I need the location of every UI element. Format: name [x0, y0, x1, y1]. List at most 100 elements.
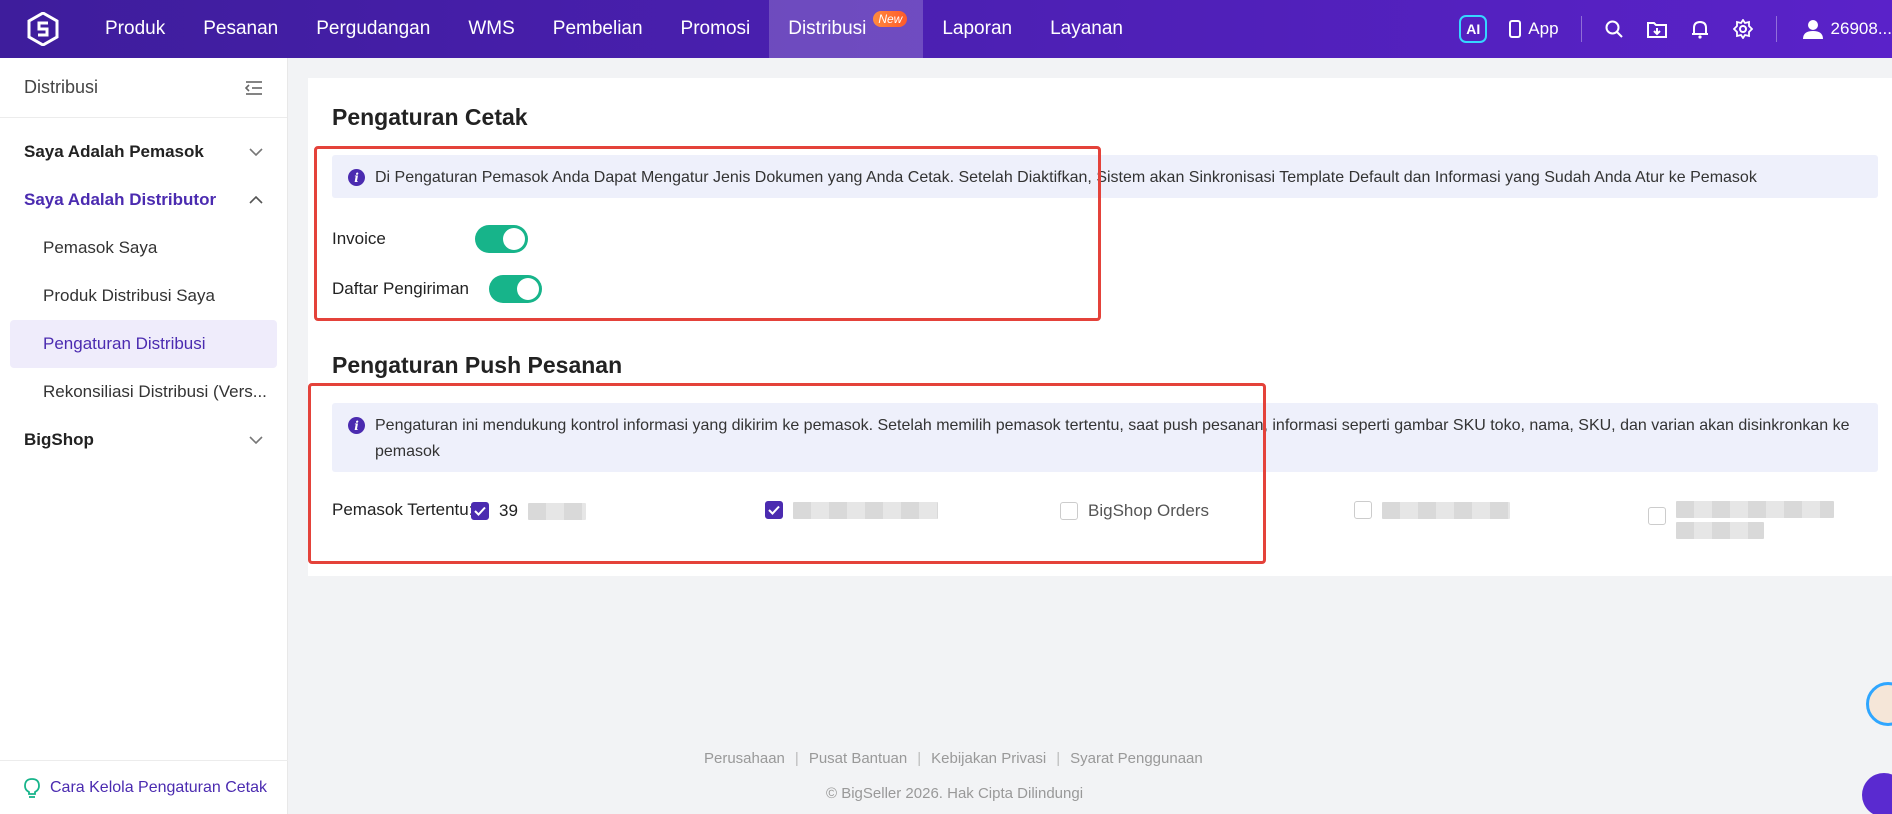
app-label: App: [1528, 19, 1559, 38]
redacted-line: [1676, 522, 1764, 539]
nav-label: Distribusi: [788, 18, 867, 39]
nav-label: Layanan: [1050, 18, 1123, 39]
nav-laporan[interactable]: Laporan: [923, 0, 1031, 58]
help-link[interactable]: Cara Kelola Pengaturan Cetak: [0, 760, 288, 814]
push-settings-info: i Pengaturan ini mendukung kontrol infor…: [332, 403, 1878, 472]
toolbar-divider: [1580, 16, 1582, 42]
info-text: Pengaturan ini mendukung kontrol informa…: [375, 417, 1850, 460]
print-settings-info: i Di Pengaturan Pemasok Anda Dapat Menga…: [332, 155, 1878, 198]
gear-icon[interactable]: [1732, 19, 1753, 39]
sidebar: Distribusi Saya Adalah Pemasok Saya Adal…: [0, 58, 288, 814]
copyright: © BigSeller 2026. Hak Cipta Dilindungi: [826, 785, 1084, 802]
supplier-option-3[interactable]: BigShop Orders: [1060, 501, 1209, 521]
invoice-toggle[interactable]: [475, 225, 528, 253]
user-menu[interactable]: 26908...: [1802, 19, 1892, 39]
footer-separator: |: [1056, 750, 1061, 767]
sidebar-header: Distribusi: [0, 58, 287, 118]
info-icon: i: [348, 417, 365, 434]
redacted-text: [1382, 501, 1510, 519]
logo-icon: [27, 12, 59, 46]
sidebar-item-reconcile[interactable]: Rekonsiliasi Distribusi (Vers...: [0, 368, 287, 416]
nav-pergudangan[interactable]: Pergudangan: [297, 0, 449, 58]
user-icon: [1802, 20, 1823, 39]
bigseller-logo[interactable]: [0, 0, 86, 58]
support-avatar[interactable]: [1866, 682, 1892, 726]
lightbulb-icon: [24, 777, 40, 798]
ai-button[interactable]: AI: [1459, 15, 1488, 43]
supplier-name: BigShop Orders: [1088, 501, 1209, 520]
sidebar-group-label: Saya Adalah Pemasok: [24, 142, 204, 161]
nav-label: Pembelian: [552, 18, 643, 39]
print-settings-title: Pengaturan Cetak: [332, 104, 528, 130]
nav-pesanan[interactable]: Pesanan: [184, 0, 297, 58]
bell-icon[interactable]: [1690, 19, 1710, 39]
invoice-label: Invoice: [332, 229, 386, 248]
checkbox-unchecked[interactable]: [1354, 501, 1372, 519]
supplier-option-1[interactable]: 39: [471, 501, 586, 521]
chevron-down-icon: [249, 436, 263, 444]
collapse-menu-icon[interactable]: [245, 80, 263, 96]
checkbox-checked[interactable]: [471, 502, 489, 520]
new-badge: New: [873, 11, 908, 27]
footer-link-company[interactable]: Perusahaan: [704, 750, 785, 767]
chevron-down-icon: [249, 148, 263, 156]
sidebar-item-my-suppliers[interactable]: Pemasok Saya: [0, 224, 287, 272]
main-nav: Produk Pesanan Pergudangan WMS Pembelian…: [86, 0, 1142, 58]
supplier-name: 39: [499, 501, 518, 520]
top-navbar: Produk Pesanan Pergudangan WMS Pembelian…: [0, 0, 1892, 58]
invoice-row: Invoice: [332, 225, 528, 253]
shipping-list-row: Daftar Pengiriman: [332, 275, 542, 303]
footer-link-help[interactable]: Pusat Bantuan: [809, 750, 907, 767]
nav-label: Pesanan: [203, 18, 279, 39]
checkbox-unchecked[interactable]: [1060, 502, 1078, 520]
supplier-option-2[interactable]: [765, 501, 938, 519]
info-text: Di Pengaturan Pemasok Anda Dapat Mengatu…: [375, 169, 1757, 186]
check-icon: [474, 506, 486, 516]
footer-separator: |: [917, 750, 922, 767]
footer-link-terms[interactable]: Syarat Penggunaan: [1070, 750, 1203, 767]
push-settings-title: Pengaturan Push Pesanan: [332, 352, 623, 378]
nav-pembelian[interactable]: Pembelian: [534, 0, 662, 58]
nav-wms[interactable]: WMS: [449, 0, 533, 58]
shipping-list-toggle[interactable]: [489, 275, 542, 303]
supplier-option-4[interactable]: [1354, 501, 1510, 519]
redacted-line: [1676, 501, 1834, 518]
nav-promosi[interactable]: Promosi: [662, 0, 770, 58]
app-button[interactable]: App: [1509, 19, 1559, 39]
chevron-up-icon: [249, 196, 263, 204]
info-icon: i: [348, 169, 365, 186]
sidebar-item-my-products[interactable]: Produk Distribusi Saya: [0, 272, 287, 320]
sidebar-group-distributor[interactable]: Saya Adalah Distributor: [0, 176, 287, 224]
specific-supplier-label: Pemasok Tertentu:: [332, 500, 473, 520]
footer-separator: |: [794, 750, 799, 767]
nav-produk[interactable]: Produk: [86, 0, 184, 58]
main-content: Pengaturan Cetak i Di Pengaturan Pemasok…: [308, 78, 1892, 576]
folder-download-icon[interactable]: [1646, 19, 1667, 39]
nav-label: Pergudangan: [316, 18, 431, 39]
nav-layanan[interactable]: Layanan: [1031, 0, 1142, 58]
nav-distribusi[interactable]: Distribusi New: [769, 0, 924, 58]
sidebar-group-bigshop[interactable]: BigShop: [0, 416, 287, 464]
footer-link-privacy[interactable]: Kebijakan Privasi: [931, 750, 1046, 767]
supplier-option-5[interactable]: [1648, 501, 1834, 539]
nav-label: WMS: [468, 18, 515, 39]
footer-links: Perusahaan | Pusat Bantuan | Kebijakan P…: [704, 750, 1203, 767]
sidebar-item-settings[interactable]: Pengaturan Distribusi: [10, 320, 277, 368]
supplier-label: Pemasok Tertentu:: [332, 500, 474, 519]
nav-label: Laporan: [942, 18, 1013, 39]
sidebar-group-label: Saya Adalah Distributor: [24, 190, 217, 209]
check-icon: [768, 505, 780, 515]
redacted-text: [527, 502, 586, 520]
sidebar-group-supplier[interactable]: Saya Adalah Pemasok: [0, 128, 287, 176]
search-icon[interactable]: [1604, 19, 1624, 39]
checkbox-unchecked[interactable]: [1648, 507, 1666, 525]
help-link-label: Cara Kelola Pengaturan Cetak: [50, 778, 268, 796]
checkbox-checked[interactable]: [765, 501, 783, 519]
sidebar-title: Distribusi: [24, 77, 99, 97]
chat-bubble-icon[interactable]: [1862, 773, 1892, 814]
redacted-text: [793, 501, 938, 519]
shipping-list-label: Daftar Pengiriman: [332, 279, 470, 298]
redacted-text: [1676, 501, 1834, 539]
sidebar-group-label: BigShop: [24, 430, 94, 449]
toolbar-divider: [1775, 16, 1777, 42]
